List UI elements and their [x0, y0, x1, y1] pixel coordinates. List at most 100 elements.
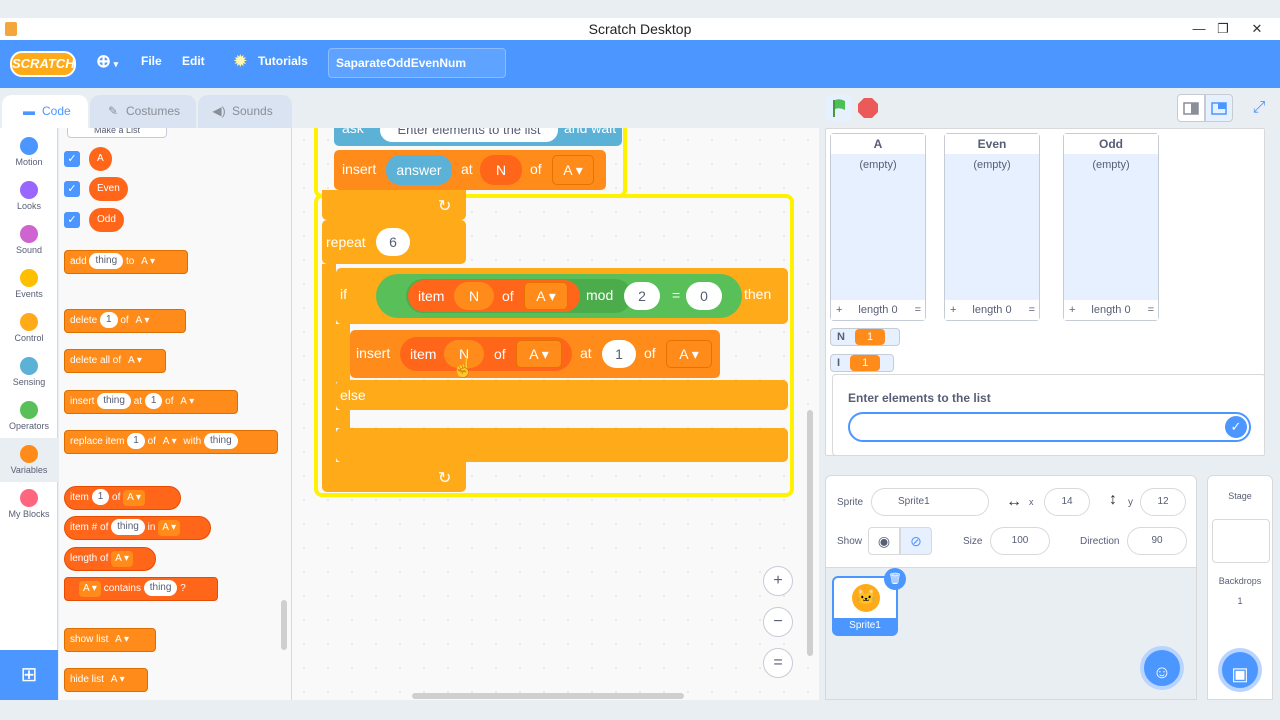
- sprite-list: 🐱 Sprite1 🗑 ☺: [825, 568, 1197, 700]
- category-looks[interactable]: Looks: [0, 174, 58, 218]
- add-extension-button[interactable]: ⊞: [0, 650, 58, 700]
- equals-operator[interactable]: item N of A ▾ mod 2 = 0: [376, 274, 742, 318]
- tab-costumes[interactable]: ✎ Costumes: [90, 95, 196, 128]
- file-menu[interactable]: File: [141, 54, 162, 68]
- item-of-reporter[interactable]: item 1 of A ▾: [64, 486, 181, 510]
- choose-sprite-button[interactable]: ☺: [1140, 646, 1184, 690]
- show-sprite-button[interactable]: ◉: [868, 527, 900, 555]
- small-stage-button[interactable]: [1177, 94, 1205, 122]
- choose-backdrop-button[interactable]: ▣: [1218, 648, 1262, 692]
- insert-answer-block[interactable]: insert answer at N of A ▾: [334, 150, 606, 190]
- list-monitor-a: A (empty) + length 0 =: [830, 133, 926, 321]
- mod-operator[interactable]: item N of A ▾ mod: [406, 279, 632, 313]
- stage-thumbnail[interactable]: [1212, 519, 1270, 563]
- if-else-block[interactable]: if item N of A ▾ mod 2 = 0 then: [336, 268, 788, 324]
- list-a-checkbox[interactable]: ✓: [64, 151, 80, 167]
- delete-of-list-block[interactable]: delete 1 of A ▾: [64, 309, 186, 333]
- sensing-dot-icon: [20, 357, 38, 375]
- project-title-input[interactable]: SaparateOddEvenNum: [328, 48, 506, 78]
- zoom-reset-button[interactable]: =: [763, 648, 793, 678]
- y-position-input[interactable]: 12: [1140, 488, 1186, 516]
- if-arm: [336, 324, 350, 382]
- stage-selector[interactable]: Stage Backdrops 1 ▣: [1207, 475, 1273, 700]
- mod-input[interactable]: 2: [624, 282, 660, 310]
- equals-input[interactable]: 0: [686, 282, 722, 310]
- stage-canvas[interactable]: A (empty) + length 0 = Even (empty) + lengt…: [825, 128, 1265, 456]
- stop-button[interactable]: [857, 97, 879, 119]
- palette-scrollbar[interactable]: [281, 600, 287, 650]
- scratch-logo[interactable]: SCRATCH: [10, 51, 76, 77]
- close-button[interactable]: ✕: [1240, 18, 1274, 40]
- item-of-reporter[interactable]: item N of A ▾: [400, 337, 572, 371]
- category-operators[interactable]: Operators: [0, 394, 58, 438]
- tutorials-menu[interactable]: Tutorials: [258, 54, 308, 68]
- add-item-button[interactable]: +: [950, 300, 956, 320]
- tab-code[interactable]: ▬ Code: [2, 95, 88, 128]
- category-my-blocks[interactable]: My Blocks: [0, 482, 58, 526]
- direction-input[interactable]: 90: [1127, 527, 1187, 555]
- repeat-block[interactable]: repeat 6: [322, 220, 466, 264]
- size-input[interactable]: 100: [990, 527, 1050, 555]
- add-item-button[interactable]: +: [836, 300, 842, 320]
- n-reporter[interactable]: N: [480, 155, 522, 185]
- make-list-button[interactable]: Make a List: [67, 128, 167, 138]
- list-dropdown[interactable]: A ▾: [516, 340, 562, 368]
- sprite-name-input[interactable]: Sprite1: [871, 488, 989, 516]
- category-control[interactable]: Control: [0, 306, 58, 350]
- hide-sprite-button[interactable]: ⊘: [900, 527, 932, 555]
- language-globe-icon[interactable]: ⊕ ▾: [96, 51, 118, 72]
- zoom-in-button[interactable]: +: [763, 566, 793, 596]
- category-events[interactable]: Events: [0, 262, 58, 306]
- large-stage-button[interactable]: [1205, 94, 1233, 122]
- list-dropdown[interactable]: A ▾: [552, 155, 594, 185]
- list-dropdown[interactable]: A ▾: [524, 282, 568, 310]
- ask-answer-input[interactable]: ✓: [848, 412, 1251, 442]
- position-input[interactable]: 1: [602, 340, 636, 368]
- show-list-block[interactable]: show list A ▾: [64, 628, 156, 652]
- fullscreen-button[interactable]: ⤢: [1245, 94, 1273, 122]
- cat-face-icon: ☺: [1152, 662, 1172, 682]
- green-flag-button[interactable]: [825, 95, 851, 121]
- delete-sprite-icon[interactable]: 🗑: [884, 568, 906, 590]
- script-area[interactable]: ask Enter elements to the list and wait …: [292, 128, 819, 700]
- insert-item-block[interactable]: insert item N of A ▾ at 1 of A ▾: [350, 330, 720, 378]
- n-reporter[interactable]: N: [454, 282, 494, 310]
- list-dropdown[interactable]: A ▾: [666, 340, 712, 368]
- list-even-reporter[interactable]: Even: [89, 177, 128, 201]
- answer-reporter[interactable]: answer: [386, 155, 452, 185]
- script-vertical-scrollbar[interactable]: [807, 410, 813, 656]
- list-a-reporter[interactable]: A: [89, 147, 112, 171]
- item-number-reporter[interactable]: item # of thing in A ▾: [64, 516, 211, 540]
- resize-handle[interactable]: =: [1029, 300, 1035, 320]
- scratch-cat-icon: 🐱: [852, 584, 880, 612]
- list-odd-reporter[interactable]: Odd: [89, 208, 124, 232]
- repeat-count-input[interactable]: 6: [376, 228, 410, 256]
- ask-and-wait-block[interactable]: ask Enter elements to the list and wait: [334, 128, 622, 146]
- submit-check-icon[interactable]: ✓: [1225, 416, 1247, 438]
- restore-button[interactable]: ❐: [1206, 18, 1240, 40]
- tab-sounds[interactable]: ◀) Sounds: [198, 95, 292, 128]
- add-to-list-block[interactable]: add thing to A ▾: [64, 250, 188, 274]
- edit-menu[interactable]: Edit: [182, 54, 205, 68]
- resize-handle[interactable]: =: [1148, 300, 1154, 320]
- insert-at-block[interactable]: insert thing at 1 of A ▾: [64, 390, 238, 414]
- list-odd-checkbox[interactable]: ✓: [64, 212, 80, 228]
- category-sound[interactable]: Sound: [0, 218, 58, 262]
- item-of-reporter[interactable]: item N of A ▾: [408, 280, 580, 312]
- add-item-button[interactable]: +: [1069, 300, 1075, 320]
- delete-all-block[interactable]: delete all of A ▾: [64, 349, 166, 373]
- script-horizontal-scrollbar[interactable]: [412, 693, 684, 699]
- sprite-thumbnail[interactable]: 🐱 Sprite1 🗑: [832, 568, 906, 636]
- hide-list-block[interactable]: hide list A ▾: [64, 668, 148, 692]
- category-variables[interactable]: Variables: [0, 438, 58, 482]
- green-flag-icon: [833, 99, 845, 117]
- x-position-input[interactable]: 14: [1044, 488, 1090, 516]
- zoom-out-button[interactable]: −: [763, 607, 793, 637]
- list-even-checkbox[interactable]: ✓: [64, 181, 80, 197]
- length-of-reporter[interactable]: length of A ▾: [64, 547, 156, 571]
- replace-item-block[interactable]: replace item 1 of A ▾ with thing: [64, 430, 278, 454]
- resize-handle[interactable]: =: [915, 300, 921, 320]
- category-motion[interactable]: Motion: [0, 130, 58, 174]
- contains-boolean[interactable]: A ▾ contains thing ?: [64, 577, 218, 601]
- category-sensing[interactable]: Sensing: [0, 350, 58, 394]
